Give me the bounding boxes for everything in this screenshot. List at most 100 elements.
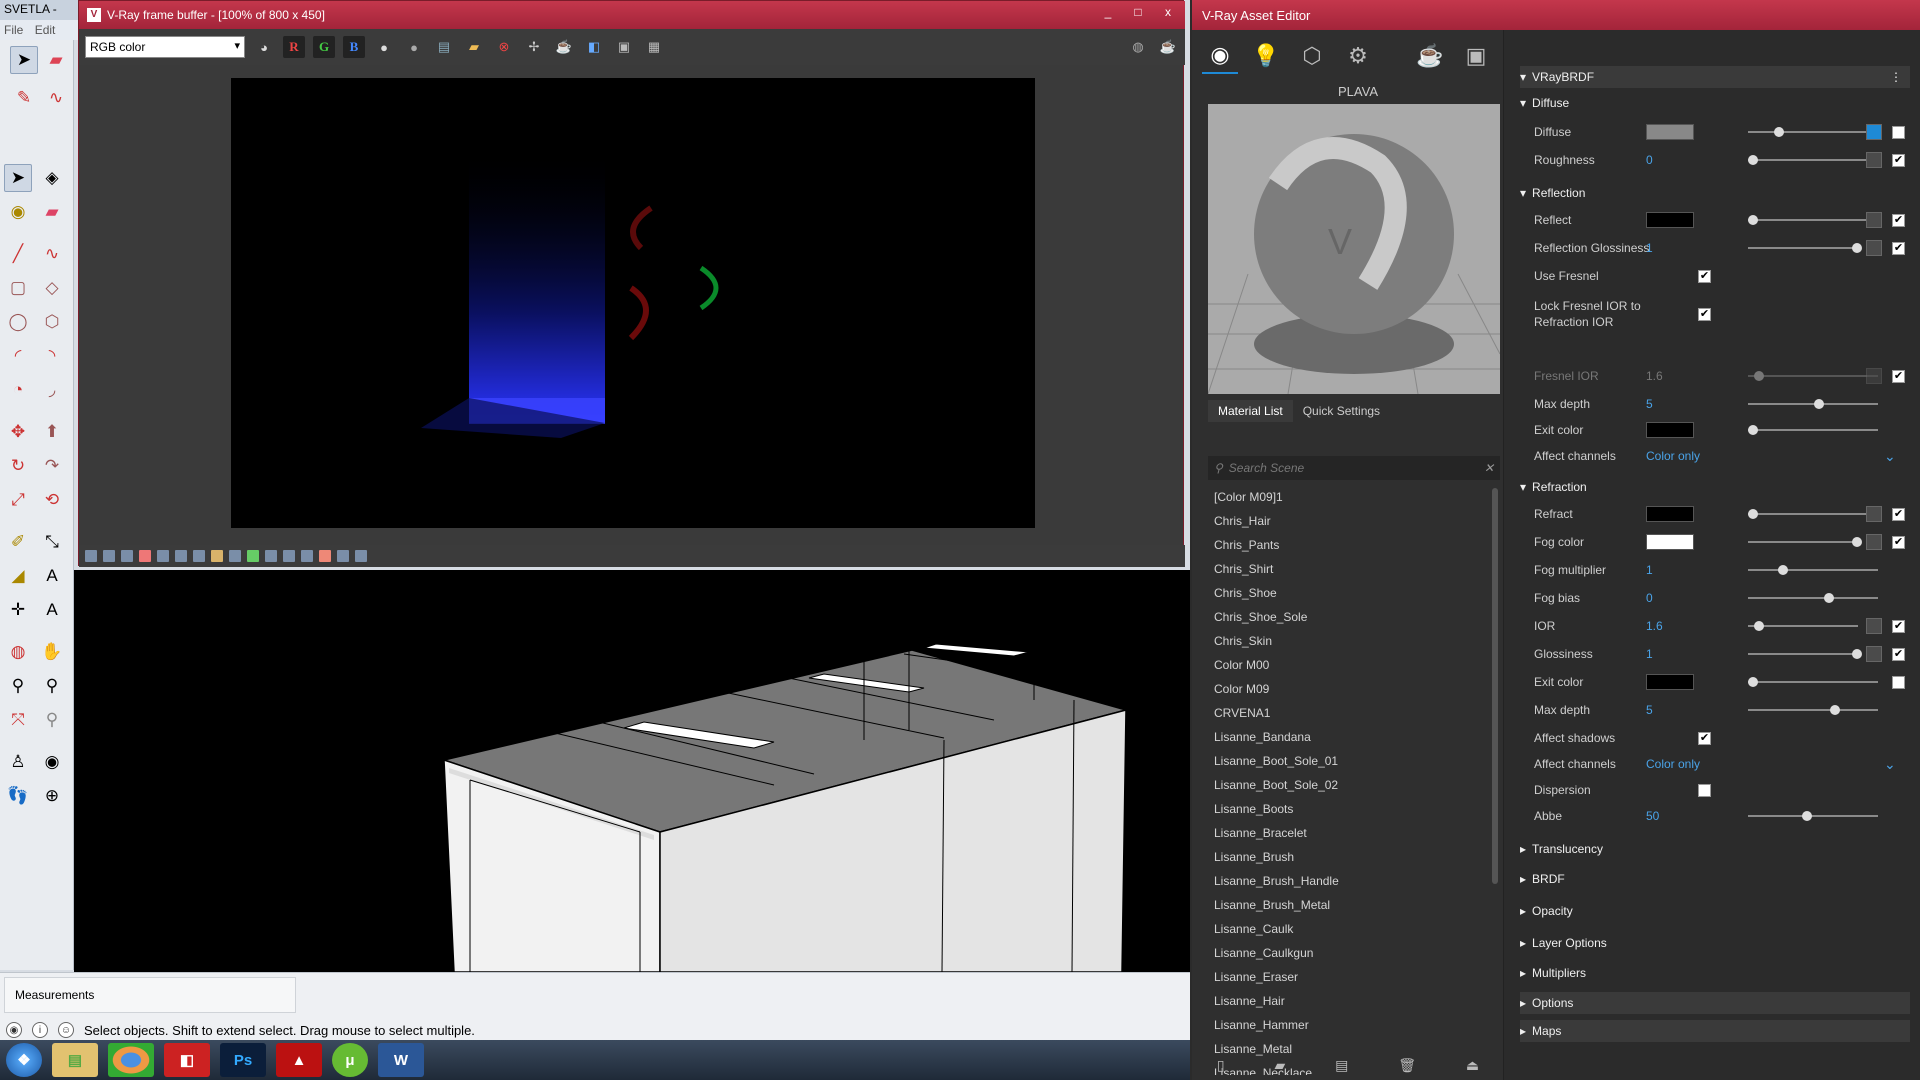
slider-knob[interactable] (1748, 425, 1758, 435)
open-folder-icon[interactable]: ▰ (463, 36, 485, 58)
refraction-section-header[interactable]: ▾ Refraction (1520, 476, 1910, 498)
freehand-icon[interactable]: ∿ (38, 240, 66, 268)
pushpull-icon[interactable]: ⬆ (38, 418, 66, 446)
materials-tab-icon[interactable]: ◉ (1202, 38, 1238, 74)
diffuse-slider[interactable] (1748, 127, 1878, 137)
reflect-checkbox[interactable]: ✔ (1892, 213, 1905, 227)
pencil-tool-icon[interactable]: ✎ (10, 84, 38, 112)
refraction-affect-channels-select[interactable]: Color only (1646, 757, 1700, 771)
layer-options-section[interactable]: ▸ Layer Options (1520, 932, 1910, 954)
menu-file[interactable]: File (4, 23, 23, 37)
scale-icon[interactable]: ⤢ (4, 486, 32, 514)
walk-icon[interactable]: 👣 (4, 782, 32, 810)
reflection-maxdepth-value[interactable]: 5 (1646, 397, 1653, 411)
material-list-item[interactable]: Chris_Skin (1208, 629, 1488, 653)
ior-slider[interactable] (1748, 621, 1858, 631)
material-list-item[interactable]: Chris_Shirt (1208, 557, 1488, 581)
region-render-icon[interactable]: ✢ (523, 36, 545, 58)
reflection-exit-color-swatch[interactable] (1646, 422, 1694, 438)
diffuse-checkbox[interactable] (1892, 125, 1905, 139)
frame-buffer-icon[interactable]: ▣ (1458, 38, 1494, 74)
blue-channel-button[interactable]: B (343, 36, 365, 58)
reflection-glossiness-slider[interactable] (1748, 243, 1862, 253)
circle-icon[interactable]: ◯ (4, 308, 32, 336)
axes-icon[interactable]: ✛ (4, 596, 32, 624)
info-icon[interactable]: i (32, 1022, 48, 1038)
red-channel-button[interactable]: R (283, 36, 305, 58)
look-around-icon[interactable]: ◉ (38, 748, 66, 776)
menu-edit[interactable]: Edit (35, 23, 56, 37)
refraction-glossiness-slider[interactable] (1748, 649, 1862, 659)
vfb-bottom-icon[interactable] (103, 550, 115, 562)
select-tool-icon[interactable]: ➤ (10, 46, 38, 74)
explorer-icon[interactable]: ▤ (52, 1043, 98, 1077)
slider-knob[interactable] (1830, 705, 1840, 715)
rotated-rect-icon[interactable]: ◇ (38, 274, 66, 302)
lock-fresnel-checkbox[interactable]: ✔ (1698, 307, 1711, 321)
fog-color-checkbox[interactable]: ✔ (1892, 535, 1905, 549)
geo-location-icon[interactable]: ◉ (6, 1022, 22, 1038)
arc3-icon[interactable]: ◞ (38, 376, 66, 404)
compare-icon[interactable]: ◧ (583, 36, 605, 58)
reflection-exit-slider[interactable] (1748, 425, 1878, 435)
reflection-glossiness-texture-icon[interactable] (1866, 240, 1882, 256)
tape-icon[interactable]: ✐ (4, 528, 32, 556)
minimize-button[interactable]: _ (1095, 3, 1121, 21)
material-list-item[interactable]: Lisanne_Boot_Sole_02 (1208, 773, 1488, 797)
previous-view-icon[interactable]: ⚲ (38, 706, 66, 734)
slider-knob[interactable] (1814, 399, 1824, 409)
abbe-slider[interactable] (1748, 811, 1878, 821)
paint-bucket-icon[interactable]: ◉ (4, 198, 32, 226)
chevron-down-icon[interactable]: ⌄ (1884, 756, 1896, 773)
polygon-icon[interactable]: ⬡ (38, 308, 66, 336)
vfb-bottom-icon[interactable] (175, 550, 187, 562)
render-teapot-icon[interactable]: ☕ (1157, 36, 1179, 58)
reflect-slider[interactable] (1748, 215, 1878, 225)
save-asset-icon[interactable]: ▤ (1335, 1057, 1348, 1074)
eraser-icon[interactable]: ▰ (38, 198, 66, 226)
slider-knob[interactable] (1748, 677, 1758, 687)
pie-icon[interactable]: ◔ (4, 376, 32, 404)
followme-icon[interactable]: ↷ (38, 452, 66, 480)
pan-icon[interactable]: ✋ (38, 638, 66, 666)
slider-knob[interactable] (1774, 127, 1784, 137)
roughness-value[interactable]: 0 (1646, 153, 1653, 167)
refraction-glossiness-value[interactable]: 1 (1646, 647, 1653, 661)
user-icon[interactable]: ☺ (58, 1022, 74, 1038)
reflect-color-swatch[interactable] (1646, 212, 1694, 228)
vfb-bottom-icon[interactable] (121, 550, 133, 562)
diffuse-color-swatch[interactable] (1646, 124, 1694, 140)
material-list-item[interactable]: Lisanne_Bracelet (1208, 821, 1488, 845)
vfb-bottom-icon[interactable] (247, 550, 259, 562)
vfb-bottom-icon[interactable] (301, 550, 313, 562)
line-icon[interactable]: ╱ (4, 240, 32, 268)
material-list-item[interactable]: Color M09 (1208, 677, 1488, 701)
teapot-icon[interactable]: ☕ (553, 36, 575, 58)
material-list-item[interactable]: CRVENA1 (1208, 701, 1488, 725)
offset-icon[interactable]: ⟲ (38, 486, 66, 514)
reflection-glossiness-value[interactable]: 1 (1646, 241, 1653, 255)
material-list-item[interactable]: Lisanne_Boot_Sole_01 (1208, 749, 1488, 773)
reflection-maxdepth-slider[interactable] (1748, 399, 1878, 409)
ior-value[interactable]: 1.6 (1646, 619, 1663, 633)
material-list-item[interactable]: Lisanne_Caulkgun (1208, 941, 1488, 965)
brdf-header[interactable]: ▾ VRayBRDF ⋮ (1520, 66, 1910, 88)
refraction-maxdepth-slider[interactable] (1748, 705, 1878, 715)
slider-knob[interactable] (1824, 593, 1834, 603)
clear-image-icon[interactable]: ⊗ (493, 36, 515, 58)
close-button[interactable]: x (1155, 3, 1181, 21)
utorrent-icon[interactable]: μ (332, 1043, 368, 1077)
material-list-item[interactable]: Lisanne_Brush (1208, 845, 1488, 869)
vfb-bottom-icon[interactable] (85, 550, 97, 562)
chevron-down-icon[interactable]: ⌄ (1884, 448, 1896, 465)
material-list-item[interactable]: Lisanne_Brush_Metal (1208, 893, 1488, 917)
fog-color-swatch[interactable] (1646, 534, 1694, 550)
move-icon[interactable]: ✥ (4, 418, 32, 446)
vfb-bottom-icon[interactable] (355, 550, 367, 562)
protractor-icon[interactable]: ◢ (4, 562, 32, 590)
component-icon[interactable]: ◈ (38, 164, 66, 192)
material-list-scrollbar[interactable] (1492, 488, 1498, 884)
save-image-icon[interactable]: ▤ (433, 36, 455, 58)
refract-slider[interactable] (1748, 509, 1878, 519)
acrobat-icon[interactable]: ▲ (276, 1043, 322, 1077)
